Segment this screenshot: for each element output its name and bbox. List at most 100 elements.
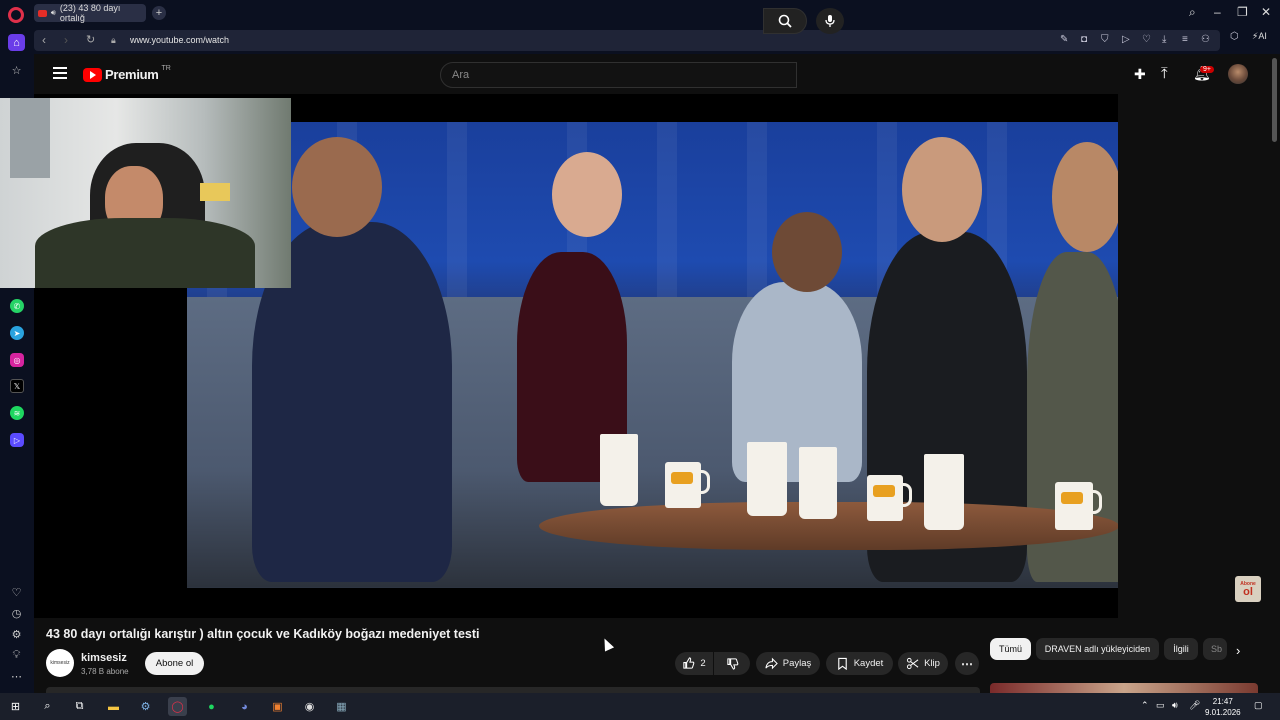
history-icon[interactable]: ◷ — [8, 605, 25, 622]
camera-icon[interactable]: ◘ — [1081, 34, 1087, 45]
close-window-button[interactable]: ✕ — [1261, 5, 1271, 19]
head-left — [292, 137, 382, 237]
player-icon[interactable]: ▷ — [10, 433, 24, 447]
search-button[interactable] — [763, 8, 807, 34]
star-icon[interactable]: ☆ — [8, 62, 25, 79]
thumbs-up-icon — [683, 657, 695, 669]
extension-cube-icon[interactable]: ⬡ — [1230, 31, 1239, 42]
calculator-icon[interactable]: ▦ — [332, 697, 351, 716]
head-boy — [772, 212, 842, 292]
video-frame[interactable] — [187, 122, 1118, 588]
lightbulb-icon[interactable]: 💡︎ — [8, 647, 25, 664]
file-explorer-icon[interactable]: ▬ — [104, 697, 123, 716]
edit-page-icon[interactable]: ✎ — [1060, 34, 1068, 45]
windows-start-icon[interactable]: ⊞ — [6, 697, 25, 716]
share-arrow-icon — [765, 657, 778, 670]
new-tab-button[interactable]: + — [152, 6, 166, 20]
scrollbar-thumb[interactable] — [1272, 58, 1277, 142]
recorder-icon[interactable]: ◉ — [300, 697, 319, 716]
head-woman — [552, 152, 622, 237]
bookmark-icon — [837, 657, 847, 670]
clip-button[interactable]: Klip — [898, 652, 948, 675]
browser-tab[interactable]: 🔊︎ (23) 43 80 dayı ortalığ — [34, 3, 146, 23]
youtube-logo[interactable]: Premium TR — [83, 65, 171, 82]
more-dots-icon[interactable]: ⋯ — [8, 668, 25, 685]
chip-related[interactable]: İlgili — [1164, 638, 1198, 660]
discord-icon[interactable]: ◕ — [235, 697, 254, 716]
like-button[interactable]: 2 — [675, 652, 713, 675]
streamer-body — [35, 218, 255, 288]
heart-icon[interactable]: ♡ — [1142, 34, 1151, 45]
chip-uploader[interactable]: DRAVEN adlı yükleyiciden — [1036, 638, 1159, 660]
spotify-icon[interactable]: ≋ — [10, 406, 24, 420]
steam-icon[interactable]: ⚙ — [136, 697, 155, 716]
lock-icon[interactable]: 🔒︎ — [111, 35, 116, 46]
thumbs-down-icon — [726, 658, 738, 670]
minimize-button[interactable]: – — [1214, 5, 1221, 19]
subscribe-button[interactable]: Abone ol — [145, 652, 204, 675]
premium-brand: Premium — [105, 67, 159, 82]
channel-avatar[interactable]: kimsesiz — [46, 649, 74, 677]
tray-chevron-icon[interactable]: ⌃ — [1141, 700, 1149, 711]
more-actions-button[interactable]: ⋯ — [955, 652, 979, 675]
telegram-icon[interactable]: ➤ — [10, 326, 24, 340]
search-box — [440, 62, 797, 88]
whatsapp-icon[interactable]: ✆ — [10, 299, 24, 313]
download-icon[interactable]: ⤓ — [1162, 34, 1166, 45]
forward-icon[interactable]: › — [64, 33, 68, 47]
notification-center-icon[interactable]: ▢ — [1254, 700, 1263, 711]
obs-like-icon[interactable]: ▣ — [268, 697, 287, 716]
youtube-play-logo-icon — [83, 67, 102, 82]
speaker-icon[interactable]: 🔊︎ — [51, 8, 56, 18]
tab-title: (23) 43 80 dayı ortalığ — [59, 3, 121, 23]
share-button[interactable]: Paylaş — [756, 652, 820, 675]
account-avatar[interactable] — [1228, 64, 1248, 84]
save-button[interactable]: Kaydet — [826, 652, 893, 675]
voice-search-button[interactable] — [816, 8, 844, 34]
play-icon[interactable]: ▷ — [1122, 34, 1130, 45]
search-input[interactable] — [441, 63, 781, 87]
mouse-cursor-icon — [599, 636, 615, 652]
maximize-button[interactable]: ❐ — [1237, 5, 1248, 19]
settings-gear-icon[interactable]: ⚙ — [8, 626, 25, 643]
clock[interactable]: 21:47 9.01.2026 — [1205, 696, 1241, 718]
network-icon[interactable]: ▭ — [1156, 700, 1165, 711]
chip-partial[interactable]: Sb — [1203, 638, 1227, 660]
dislike-button[interactable] — [714, 652, 750, 675]
hamburger-menu-icon[interactable] — [53, 67, 67, 79]
upload-icon[interactable]: ⤒ — [1161, 65, 1168, 82]
taskbar-search-icon[interactable]: ⌕ — [38, 697, 57, 716]
x-twitter-icon[interactable]: 𝕏 — [10, 379, 24, 393]
ai-button[interactable]: ⚡︎AI — [1252, 31, 1267, 42]
browser-tab-bar: 🔊︎ (23) 43 80 dayı ortalığ + ⌕ – ❐ ✕ — [0, 0, 1280, 27]
badge-bottom-text: ol — [1243, 585, 1253, 598]
spotify-taskbar-icon[interactable]: ● — [202, 697, 221, 716]
subscribe-watermark-badge[interactable]: Abone ol — [1235, 576, 1261, 602]
youtube-header: Premium TR — [34, 54, 1270, 94]
ai-label: AI — [1258, 31, 1267, 41]
shield-icon[interactable]: ⛉ — [1101, 34, 1109, 45]
create-icon[interactable]: ✚ — [1134, 66, 1146, 83]
profile-icon[interactable]: ⚇ — [1201, 34, 1210, 45]
recommended-thumbnail[interactable] — [990, 683, 1258, 693]
instagram-icon[interactable]: ◎ — [10, 353, 24, 367]
page-scrollbar[interactable] — [1270, 54, 1280, 693]
search-tabs-icon[interactable]: ⌕ — [1189, 5, 1196, 20]
sidebar-heart-icon[interactable]: ♡ — [8, 584, 25, 601]
chip-all[interactable]: Tümü — [990, 638, 1031, 660]
back-icon[interactable]: ‹ — [42, 33, 46, 47]
mic-tray-icon[interactable]: 🎤︎ — [1189, 700, 1200, 711]
head-far-right — [1052, 142, 1118, 252]
volume-icon[interactable]: 🔊︎ — [1172, 700, 1178, 711]
opera-logo-icon[interactable] — [8, 7, 24, 23]
reload-icon[interactable]: ↻ — [86, 33, 95, 46]
opera-taskbar-icon[interactable]: ◯ — [168, 697, 187, 716]
webcam-overlay — [0, 98, 291, 288]
url-box[interactable]: ‹ › ↻ 🔒︎ www.youtube.com/watch ✎ ◘ ⛉ ▷ ♡… — [34, 30, 1220, 51]
menu-lines-icon[interactable]: ≡ — [1182, 34, 1188, 45]
channel-name[interactable]: kimsesiz — [81, 652, 127, 664]
chevron-right-icon[interactable]: › — [1236, 643, 1240, 658]
url-text[interactable]: www.youtube.com/watch — [130, 35, 229, 45]
task-view-icon[interactable]: ⧉ — [70, 697, 89, 716]
home-icon[interactable]: ⌂ — [8, 34, 25, 51]
